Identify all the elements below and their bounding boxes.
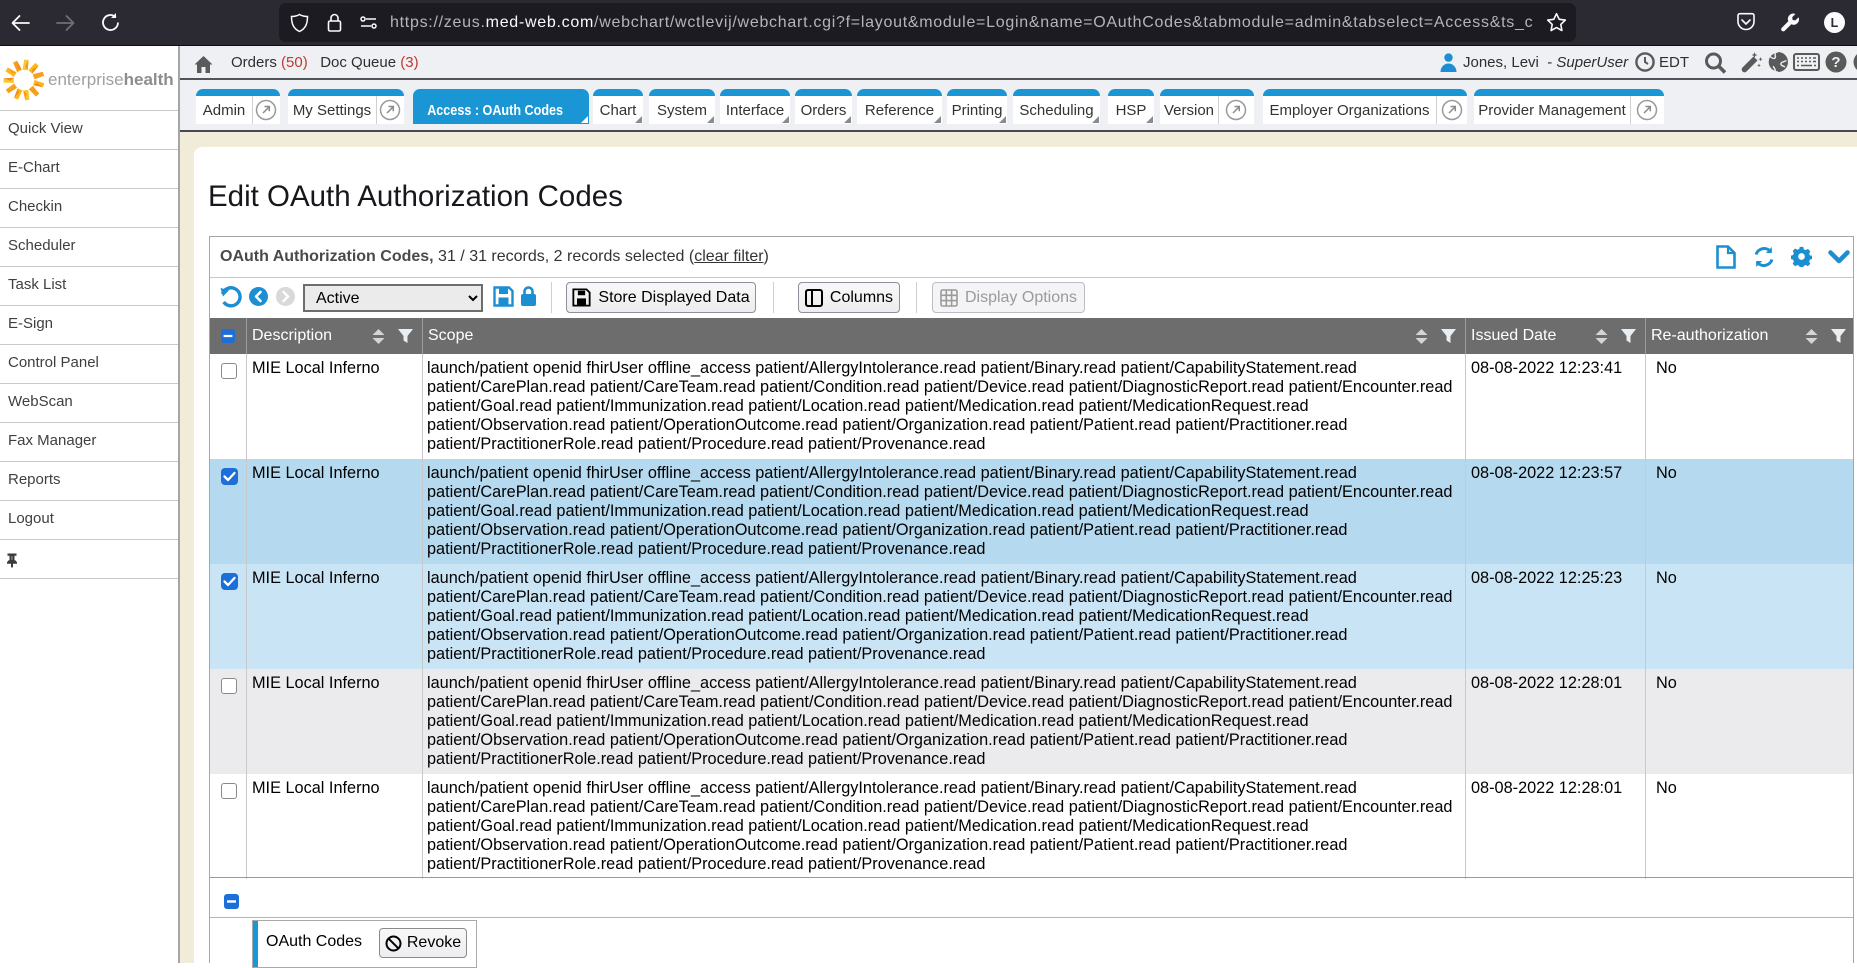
svg-text:?: ? xyxy=(1831,54,1840,71)
svg-text:L: L xyxy=(1831,16,1839,30)
